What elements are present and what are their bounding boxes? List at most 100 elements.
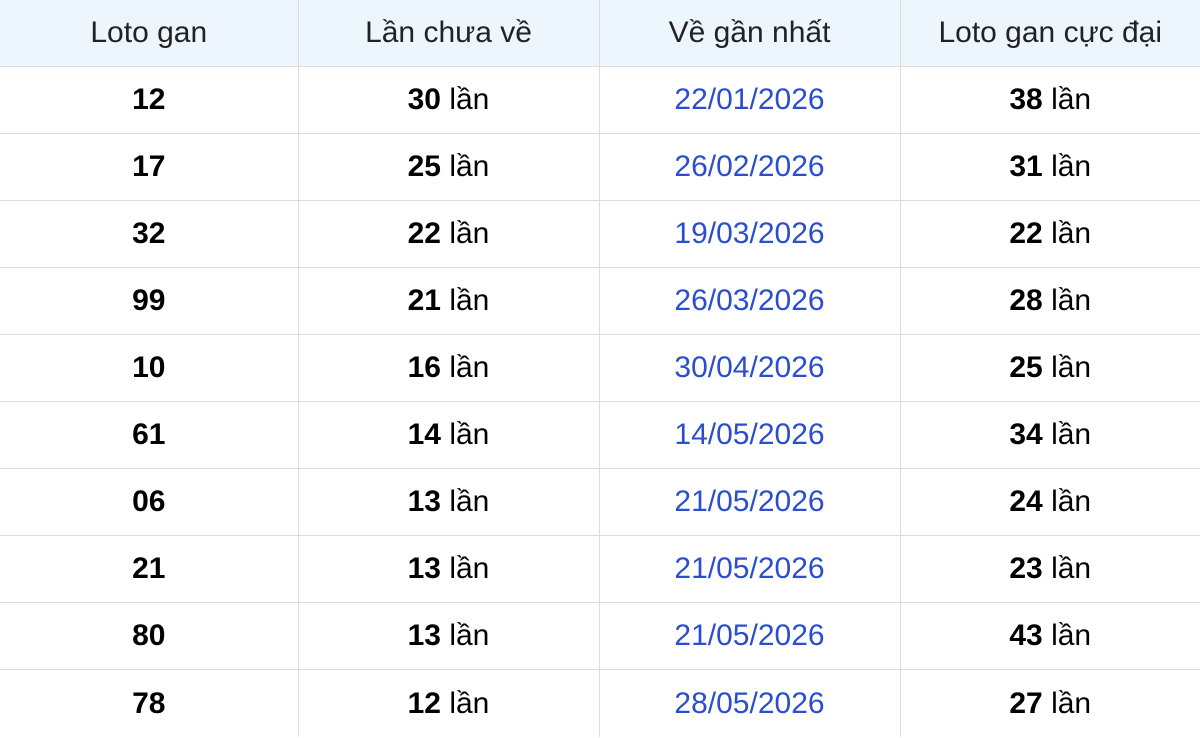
unit-label: lần: [1051, 619, 1092, 652]
table-body: 12 30 lần 22/01/2026 38 lần 17 25 lần 26/02/20…: [0, 66, 1200, 737]
ve-gan-nhat-date: 26/03/2026: [674, 284, 825, 317]
ve-gan-nhat-date: 19/03/2026: [674, 217, 825, 250]
table-row: 61 14 lần 14/05/2026 34 lần: [0, 401, 1200, 469]
table-row: 32 22 lần 19/03/2026 22 lần: [0, 200, 1200, 268]
lan-chua-ve-value: 21: [407, 284, 441, 317]
loto-number: 99: [132, 284, 166, 317]
gan-cuc-dai-cell: 24 lần: [899, 468, 1200, 536]
unit-label: lần: [1051, 150, 1092, 183]
unit-label: lần: [1051, 83, 1092, 116]
lan-chua-ve-value: 13: [407, 619, 441, 652]
unit-label: lần: [1051, 485, 1092, 518]
unit-label: lần: [449, 83, 490, 116]
ve-gan-nhat-date: 21/05/2026: [674, 485, 825, 518]
loto-number-cell: 61: [0, 401, 299, 469]
table-row: 99 21 lần 26/03/2026 28 lần: [0, 267, 1200, 335]
table-row: 80 13 lần 21/05/2026 43 lần: [0, 602, 1200, 670]
gan-cuc-dai-cell: 27 lần: [899, 669, 1200, 737]
gan-cuc-dai-value: 34: [1009, 418, 1043, 451]
gan-cuc-dai-cell: 38 lần: [899, 66, 1200, 134]
ve-gan-nhat-date: 28/05/2026: [674, 686, 825, 720]
gan-cuc-dai-value: 31: [1009, 150, 1043, 183]
table-header: Loto gan Lần chưa về Về gần nhất Loto ga…: [0, 0, 1200, 67]
header-row: Loto gan Lần chưa về Về gần nhất Loto ga…: [0, 0, 1200, 67]
table-row: 10 16 lần 30/04/2026 25 lần: [0, 334, 1200, 402]
unit-label: lần: [449, 485, 490, 518]
lan-chua-ve-cell: 13 lần: [297, 535, 600, 603]
ve-gan-nhat-date: 14/05/2026: [674, 418, 825, 451]
unit-label: lần: [449, 217, 490, 250]
table-row: 17 25 lần 26/02/2026 31 lần: [0, 133, 1200, 201]
unit-label: lần: [449, 351, 490, 384]
loto-number: 32: [132, 217, 166, 250]
ve-gan-nhat-date: 21/05/2026: [674, 619, 825, 652]
gan-cuc-dai-value: 43: [1009, 619, 1043, 652]
lan-chua-ve-cell: 13 lần: [297, 468, 600, 536]
lan-chua-ve-cell: 22 lần: [297, 200, 600, 268]
loto-number-cell: 99: [0, 267, 299, 335]
lan-chua-ve-value: 12: [407, 686, 441, 720]
lan-chua-ve-value: 22: [407, 217, 441, 250]
lan-chua-ve-cell: 12 lần: [297, 669, 600, 737]
loto-number-cell: 32: [0, 200, 299, 268]
lan-chua-ve-value: 16: [407, 351, 441, 384]
unit-label: lần: [449, 150, 490, 183]
table-row: 06 13 lần 21/05/2026 24 lần: [0, 468, 1200, 536]
loto-number: 10: [132, 351, 166, 384]
ve-gan-nhat-cell: 21/05/2026: [598, 535, 901, 603]
unit-label: lần: [449, 552, 490, 585]
ve-gan-nhat-date: 30/04/2026: [674, 351, 825, 384]
lan-chua-ve-cell: 13 lần: [297, 602, 600, 670]
loto-number: 21: [132, 552, 166, 585]
ve-gan-nhat-cell: 14/05/2026: [598, 401, 901, 469]
gan-cuc-dai-cell: 28 lần: [899, 267, 1200, 335]
unit-label: lần: [449, 619, 490, 652]
gan-cuc-dai-value: 23: [1009, 552, 1043, 585]
unit-label: lần: [1051, 418, 1092, 451]
ve-gan-nhat-cell: 26/03/2026: [598, 267, 901, 335]
unit-label: lần: [449, 418, 490, 451]
lan-chua-ve-value: 30: [407, 83, 441, 116]
unit-label: lần: [1051, 552, 1092, 585]
ve-gan-nhat-cell: 22/01/2026: [598, 66, 901, 134]
gan-cuc-dai-cell: 34 lần: [899, 401, 1200, 469]
ve-gan-nhat-cell: 26/02/2026: [598, 133, 901, 201]
gan-cuc-dai-value: 28: [1009, 284, 1043, 317]
lan-chua-ve-cell: 21 lần: [297, 267, 600, 335]
gan-cuc-dai-value: 38: [1009, 83, 1043, 116]
lan-chua-ve-cell: 14 lần: [297, 401, 600, 469]
gan-cuc-dai-value: 24: [1009, 485, 1043, 518]
unit-label: lần: [449, 284, 490, 317]
table-row: 21 13 lần 21/05/2026 23 lần: [0, 535, 1200, 603]
loto-number: 17: [132, 150, 166, 183]
gan-cuc-dai-cell: 31 lần: [899, 133, 1200, 201]
unit-label: lần: [1051, 284, 1092, 317]
loto-number-cell: 78: [0, 669, 299, 737]
lan-chua-ve-cell: 30 lần: [297, 66, 600, 134]
table-row: 78 12 lần 28/05/2026 27 lần: [0, 669, 1200, 737]
loto-number-cell: 06: [0, 468, 299, 536]
ve-gan-nhat-date: 26/02/2026: [674, 150, 825, 183]
ve-gan-nhat-cell: 21/05/2026: [598, 468, 901, 536]
ve-gan-nhat-cell: 19/03/2026: [598, 200, 901, 268]
gan-cuc-dai-value: 27: [1009, 686, 1043, 720]
lan-chua-ve-value: 13: [407, 552, 441, 585]
unit-label: lần: [1051, 686, 1092, 720]
header-lan-chua-ve: Lần chưa về: [297, 0, 600, 67]
loto-gan-table: Loto gan Lần chưa về Về gần nhất Loto ga…: [0, 0, 1200, 737]
loto-number: 12: [132, 83, 166, 116]
lan-chua-ve-cell: 25 lần: [297, 133, 600, 201]
gan-cuc-dai-cell: 25 lần: [899, 334, 1200, 402]
gan-cuc-dai-cell: 22 lần: [899, 200, 1200, 268]
gan-cuc-dai-value: 22: [1009, 217, 1043, 250]
header-loto-gan-cuc-dai: Loto gan cực đại: [899, 0, 1200, 67]
unit-label: lần: [449, 686, 490, 720]
loto-number-cell: 80: [0, 602, 299, 670]
loto-number: 06: [132, 485, 166, 518]
loto-number: 61: [132, 418, 166, 451]
gan-cuc-dai-cell: 23 lần: [899, 535, 1200, 603]
ve-gan-nhat-date: 22/01/2026: [674, 83, 825, 116]
table-row: 12 30 lần 22/01/2026 38 lần: [0, 66, 1200, 134]
gan-cuc-dai-value: 25: [1009, 351, 1043, 384]
ve-gan-nhat-cell: 30/04/2026: [598, 334, 901, 402]
